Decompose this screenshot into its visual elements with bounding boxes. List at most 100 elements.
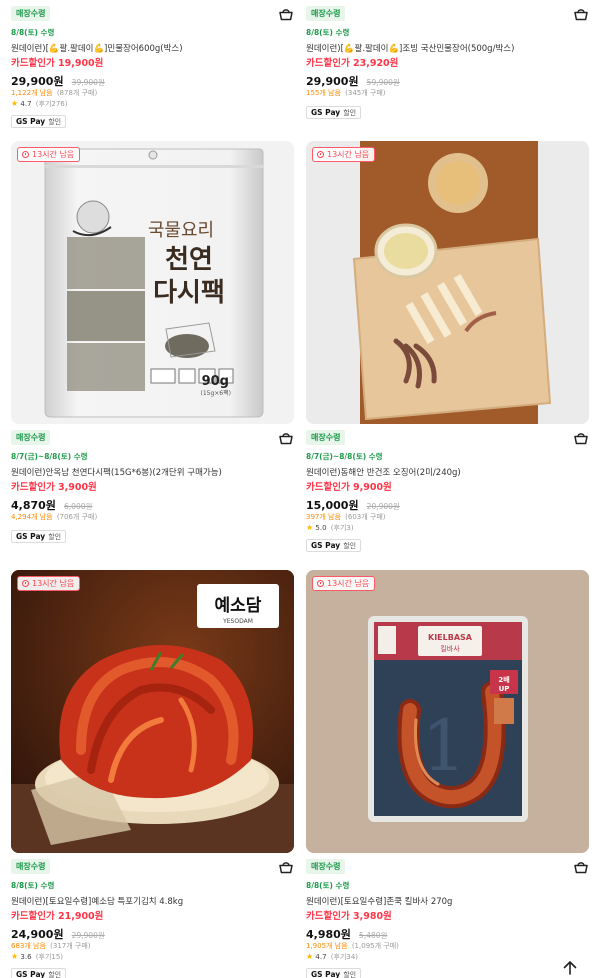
gspay-logo: GS Pay xyxy=(311,970,341,978)
svg-text:UP: UP xyxy=(499,685,510,693)
pickup-tag: 매장수령 xyxy=(11,6,51,21)
image-brand: KIELBASA xyxy=(428,633,473,642)
svg-text:킬바사: 킬바사 xyxy=(440,644,460,653)
rating: ★ 4.7 (후기276) xyxy=(11,99,294,109)
clock-icon xyxy=(317,580,324,587)
card-discount-price: 카드할인가 9,900원 xyxy=(306,482,392,493)
time-left-text: 13시간 남음 xyxy=(32,150,75,159)
product-card[interactable]: KIELBASA 킬바사 1 2배 UP 13시간 남음 매장수령 8/8(토)… xyxy=(306,570,589,978)
gspay-badge: GS Pay 할인 xyxy=(306,968,362,978)
product-card[interactable]: 13시간 남음 매장수령 8/7(금)~8/8(토) 수령 원데이런)동해안 반… xyxy=(306,141,589,552)
svg-text:2배: 2배 xyxy=(498,675,509,684)
stock-remaining: 155개 남음 xyxy=(306,89,341,97)
kielbasa-illustration: KIELBASA 킬바사 1 2배 UP xyxy=(306,570,589,853)
cart-button[interactable] xyxy=(278,430,294,446)
card-discount-price: 카드할인가 19,900원 xyxy=(11,58,104,69)
product-info: 매장수령 8/8(토) 수령 원데이런)[토요일수령]예소담 특포기김치 4.8… xyxy=(11,859,294,978)
star-icon: ★ xyxy=(11,99,19,108)
clock-icon xyxy=(317,151,324,158)
product-info: 매장수령 8/8(토) 수령 원데이런)[💪팔.팔데이💪]조빙 국산민물장어(5… xyxy=(306,6,589,119)
review-count: (후기276) xyxy=(35,100,68,108)
sale-price: 24,900원 xyxy=(11,928,64,941)
product-name[interactable]: 원데이런)[💪팔.팔데이💪]조빙 국산민물장어(500g/박스) xyxy=(306,43,589,55)
pickup-date: 8/8(토) 수령 xyxy=(11,881,55,890)
time-left-badge: 13시간 남음 xyxy=(17,147,81,162)
gspay-logo: GS Pay xyxy=(16,532,46,541)
gspay-label: 할인 xyxy=(48,117,62,126)
pickup-tag: 매장수령 xyxy=(306,430,346,445)
image-weight-sub: (15g×6팩) xyxy=(201,389,232,397)
gspay-label: 할인 xyxy=(343,541,357,550)
purchase-count: (603개 구매) xyxy=(345,513,386,521)
image-brand-sub: YESODAM xyxy=(222,618,253,625)
stock-remaining: 1,122개 남음 xyxy=(11,89,53,97)
image-brand: 예소담 xyxy=(215,596,262,616)
cart-button[interactable] xyxy=(278,859,294,875)
card-discount-price: 카드할인가 23,920원 xyxy=(306,58,399,69)
product-image[interactable]: KIELBASA 킬바사 1 2배 UP 13시간 남음 xyxy=(306,570,589,853)
product-name[interactable]: 원데이런)[토요일수령]예소담 특포기김치 4.8kg xyxy=(11,896,294,908)
product-info: 매장수령 8/7(금)~8/8(토) 수령 원데이런)동해안 반건조 오징어(2… xyxy=(306,430,589,552)
review-count: (후기15) xyxy=(35,953,64,961)
cart-button[interactable] xyxy=(573,6,589,22)
image-weight: 90g xyxy=(202,374,229,389)
kimchi-illustration: 예소담 YESODAM xyxy=(11,570,294,853)
gspay-label: 할인 xyxy=(343,108,357,117)
cart-button[interactable] xyxy=(573,859,589,875)
rating-value: 5.0 xyxy=(315,524,327,532)
product-card[interactable]: 예소담 YESODAM 13시간 남음 매장수령 8/8(토) 수령 원데이런)… xyxy=(11,570,294,978)
pickup-date: 8/8(토) 수령 xyxy=(306,881,350,890)
gspay-badge: GS Pay 할인 xyxy=(11,968,67,978)
clock-icon xyxy=(22,151,29,158)
original-price: 5,480원 xyxy=(359,931,388,940)
stock-remaining: 397개 남음 xyxy=(306,513,341,521)
sale-price: 29,900원 xyxy=(11,75,64,88)
product-card[interactable]: 국물요리 천연 다시팩 90g (15g×6팩) 매장수령 8/7(금)~8/8… xyxy=(11,141,294,543)
gspay-label: 할인 xyxy=(48,970,62,978)
product-grid: 매장수령 8/8(토) 수령 원데이런)[💪팔.팔데이💪]민물장어600g(박스… xyxy=(0,0,600,978)
stock-remaining: 1,905개 남음 xyxy=(306,942,348,950)
pickup-date: 8/8(토) 수령 xyxy=(11,28,55,37)
clock-icon xyxy=(22,580,29,587)
product-name[interactable]: 원데이런)[토요일수령]존쿡 킬바사 270g xyxy=(306,896,589,908)
gspay-logo: GS Pay xyxy=(311,108,341,117)
shopping-basket-icon xyxy=(574,9,588,21)
sale-price: 15,000원 xyxy=(306,499,359,512)
rating: ★ 4.7 (후기34) xyxy=(306,952,589,962)
product-image[interactable]: 예소담 YESODAM 13시간 남음 xyxy=(11,570,294,853)
cart-button[interactable] xyxy=(278,6,294,22)
product-name[interactable]: 원데이런)[💪팔.팔데이💪]민물장어600g(박스) xyxy=(11,43,294,55)
product-name[interactable]: 원데이런)동해안 반건조 오징어(2미/240g) xyxy=(306,467,589,479)
gspay-logo: GS Pay xyxy=(16,117,46,126)
pickup-tag: 매장수령 xyxy=(306,859,346,874)
shopping-basket-icon xyxy=(279,862,293,874)
gspay-badge: GS Pay 할인 xyxy=(11,530,67,543)
image-text-subtitle: 국물요리 xyxy=(148,220,214,241)
product-image[interactable]: 국물요리 천연 다시팩 90g (15g×6팩) xyxy=(11,141,294,424)
shopping-basket-icon xyxy=(574,862,588,874)
time-left-badge: 13시간 남음 xyxy=(17,576,81,591)
time-left-text: 13시간 남음 xyxy=(327,579,370,588)
gspay-badge: GS Pay 할인 xyxy=(306,539,362,552)
gspay-label: 할인 xyxy=(48,532,62,541)
stock-remaining: 683개 남음 xyxy=(11,942,46,950)
product-name[interactable]: 원데이런)안옥남 천연다시팩(15G*6봉)(2개단위 구매가능) xyxy=(11,467,294,479)
image-text-title2: 다시팩 xyxy=(153,278,225,308)
pickup-tag: 매장수령 xyxy=(11,430,51,445)
star-icon: ★ xyxy=(306,952,314,961)
sale-price: 4,980원 xyxy=(306,928,351,941)
purchase-count: (317개 구매) xyxy=(50,942,91,950)
shopping-basket-icon xyxy=(279,9,293,21)
gspay-badge: GS Pay 할인 xyxy=(306,106,362,119)
original-price: 59,900원 xyxy=(366,78,400,87)
product-image[interactable]: 13시간 남음 xyxy=(306,141,589,424)
gspay-badge: GS Pay 할인 xyxy=(11,115,67,128)
product-info: 매장수령 8/8(토) 수령 원데이런)[토요일수령]존쿡 킬바사 270g 카… xyxy=(306,859,589,978)
original-price: 29,900원 xyxy=(71,931,105,940)
original-price: 6,000원 xyxy=(64,502,93,511)
original-price: 39,900원 xyxy=(71,78,105,87)
scroll-to-top-button[interactable] xyxy=(562,960,578,976)
cart-button[interactable] xyxy=(573,430,589,446)
shopping-basket-icon xyxy=(574,433,588,445)
card-discount-price: 카드할인가 21,900원 xyxy=(11,911,104,922)
